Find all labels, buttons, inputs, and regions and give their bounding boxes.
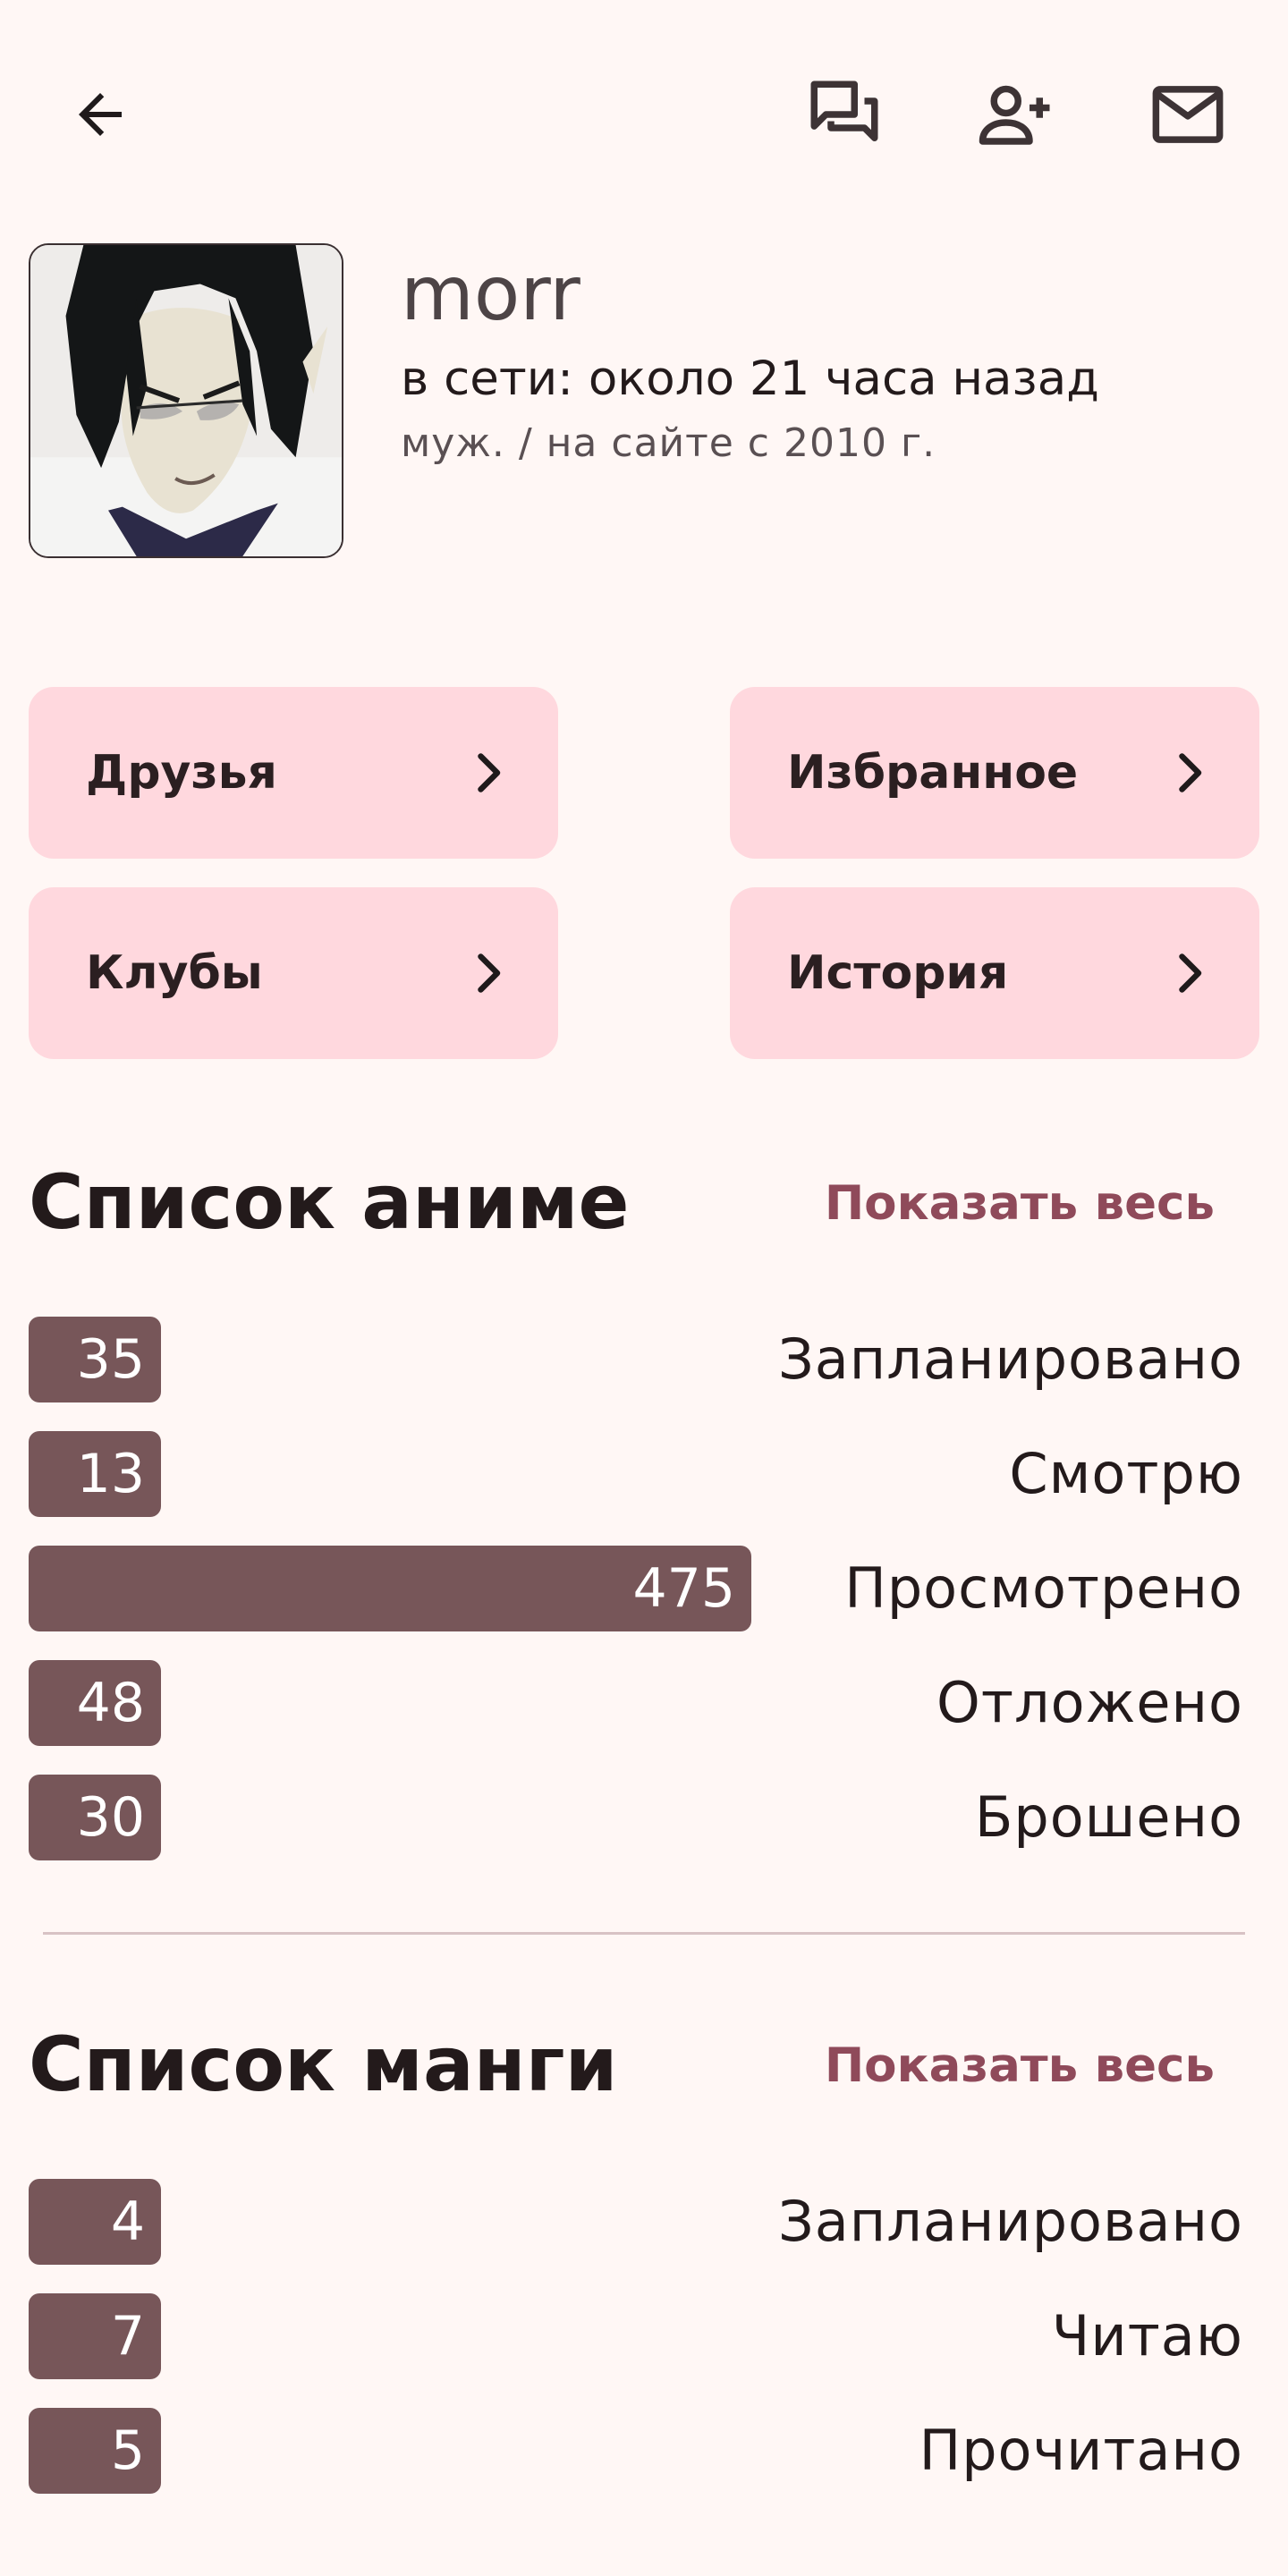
- stat-row[interactable]: 4 Запланировано: [29, 2179, 1243, 2265]
- person-add-icon: [979, 85, 1050, 145]
- manga-list-title: Список манги: [29, 2021, 618, 2108]
- stat-label: Читаю: [1051, 2303, 1243, 2368]
- stat-label: Просмотрено: [844, 1555, 1243, 1621]
- stat-label: Смотрю: [1009, 1441, 1243, 1506]
- stat-row[interactable]: 35 Запланировано: [29, 1317, 1243, 1402]
- stat-label: Прочитано: [919, 2418, 1243, 2483]
- chevron-right-icon: [1179, 953, 1202, 993]
- section-divider: [43, 1932, 1245, 1935]
- stat-bar: 30: [29, 1775, 161, 1860]
- top-app-bar: [0, 0, 1288, 215]
- back-button[interactable]: [47, 61, 154, 168]
- stat-label: Запланировано: [777, 1326, 1243, 1392]
- forum-button[interactable]: [791, 61, 898, 168]
- online-status: в сети: около 21 часа назад: [401, 352, 1099, 406]
- chevron-right-icon: [478, 753, 501, 792]
- stat-bar: 7: [29, 2293, 161, 2379]
- arrow-back-icon: [79, 93, 122, 136]
- stat-label: Брошено: [974, 1784, 1243, 1850]
- username: morr: [401, 250, 580, 337]
- avatar[interactable]: [29, 243, 343, 558]
- forum-icon: [810, 80, 878, 141]
- stat-bar: 13: [29, 1431, 161, 1517]
- stat-bar: 5: [29, 2408, 161, 2494]
- message-button[interactable]: [1134, 61, 1241, 168]
- stat-row[interactable]: 48 Отложено: [29, 1660, 1243, 1746]
- stat-row[interactable]: 5 Прочитано: [29, 2408, 1243, 2494]
- manga-stats-list: 4 Запланировано 7 Читаю 5 Прочитано: [29, 2179, 1243, 2522]
- stat-row[interactable]: 13 Смотрю: [29, 1431, 1243, 1517]
- avatar-image: [30, 245, 342, 556]
- clubs-card[interactable]: Клубы: [29, 887, 558, 1059]
- chevron-right-icon: [1179, 753, 1202, 792]
- chevron-right-icon: [478, 953, 501, 993]
- mail-icon: [1152, 86, 1224, 143]
- profile-meta: муж. / на сайте с 2010 г.: [401, 420, 936, 466]
- stat-label: Запланировано: [777, 2189, 1243, 2254]
- anime-show-all-button[interactable]: Показать весь: [825, 1175, 1215, 1233]
- stat-bar: 4: [29, 2179, 161, 2265]
- stat-row[interactable]: 30 Брошено: [29, 1775, 1243, 1860]
- stat-row[interactable]: 475 Просмотрено: [29, 1546, 1243, 1631]
- add-friend-button[interactable]: [962, 61, 1070, 168]
- friends-card[interactable]: Друзья: [29, 687, 558, 859]
- favorites-card[interactable]: Избранное: [730, 687, 1259, 859]
- anime-stats-list: 35 Запланировано 13 Смотрю 475 Просмотре…: [29, 1317, 1243, 1889]
- history-card-label: История: [787, 946, 1009, 1000]
- clubs-card-label: Клубы: [86, 946, 263, 1000]
- history-card[interactable]: История: [730, 887, 1259, 1059]
- manga-show-all-button[interactable]: Показать весь: [825, 2038, 1215, 2095]
- friends-card-label: Друзья: [86, 746, 277, 800]
- anime-list-title: Список аниме: [29, 1158, 630, 1246]
- stat-row[interactable]: 7 Читаю: [29, 2293, 1243, 2379]
- favorites-card-label: Избранное: [787, 746, 1079, 800]
- stat-bar: 35: [29, 1317, 161, 1402]
- stat-bar: 475: [29, 1546, 751, 1631]
- stat-label: Отложено: [936, 1670, 1243, 1735]
- stat-bar: 48: [29, 1660, 161, 1746]
